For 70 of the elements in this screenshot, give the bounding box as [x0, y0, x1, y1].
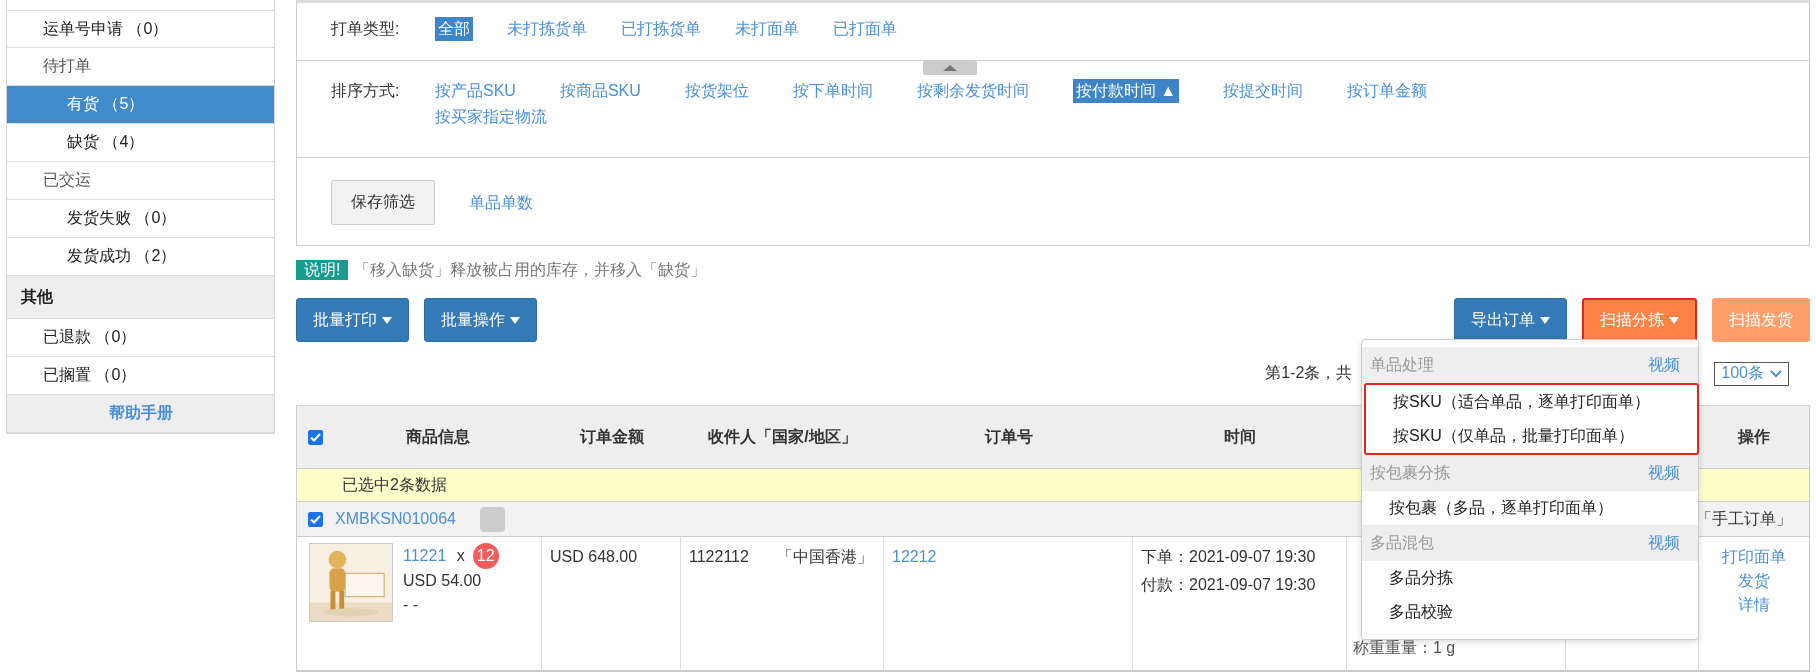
help-link[interactable]: 帮助手册 — [7, 395, 274, 433]
sidebar-item[interactable]: 运单号申请 （0） — [7, 10, 274, 48]
order-id-link[interactable]: XMBKSN010064 — [335, 510, 456, 528]
menu-item[interactable]: 按SKU（适合单品，逐单打印面单） — [1366, 385, 1697, 419]
toolbar-button[interactable]: 导出订单 — [1454, 298, 1567, 342]
sort-option[interactable]: 按买家指定物流 — [435, 105, 547, 129]
toolbar-button[interactable]: 批量操作 — [424, 298, 537, 342]
sort-option[interactable]: 按付款时间 ▲ — [1072, 79, 1180, 103]
filter-label: 打单类型: — [331, 19, 401, 39]
filter-option[interactable]: 已打拣货单 — [621, 17, 701, 41]
notice-text: 「移入缺货」释放被占用的库存，并移入「缺货」 — [354, 259, 707, 280]
menu-item[interactable]: 多品校验 — [1362, 595, 1698, 629]
column-header: 收件人「国家/地区」 — [707, 426, 858, 447]
sidebar-section-title: 其他 — [7, 276, 274, 319]
filter-option[interactable]: 全部 — [435, 17, 473, 41]
filter-option[interactable]: 已打面单 — [833, 17, 897, 41]
action-link[interactable]: 发货 — [1738, 569, 1770, 593]
sort-option[interactable]: 按订单金额 — [1347, 79, 1428, 103]
column-header: 订单号 — [983, 426, 1034, 447]
video-link[interactable]: 视频 — [1648, 354, 1680, 376]
time-text: 付款：2021-09-07 19:30 — [1141, 575, 1317, 595]
action-link[interactable]: 打印面单 — [1722, 545, 1786, 569]
menu-group-title: 单品处理 — [1370, 354, 1434, 375]
quantity-badge: 12 — [472, 543, 499, 569]
filter-option[interactable]: 未打面单 — [735, 17, 799, 41]
action-link[interactable]: 详情 — [1738, 593, 1770, 617]
column-header: 商品信息 — [405, 426, 471, 447]
time-text: 下单：2021-09-07 19:30 — [1141, 547, 1317, 567]
order-amount: USD 648.00 — [550, 548, 638, 565]
order-number-link[interactable]: 12212 — [892, 548, 937, 565]
collapse-handle[interactable] — [923, 61, 977, 75]
column-header: 时间 — [1223, 426, 1257, 447]
toolbar-button[interactable]: 扫描分拣 — [1582, 298, 1697, 342]
menu-item[interactable]: 多品分拣 — [1362, 561, 1698, 595]
checkbox[interactable] — [308, 429, 323, 445]
filter-label: 排序方式: — [331, 81, 401, 101]
page-size-select[interactable]: 100条 — [1714, 361, 1789, 386]
save-filter-button[interactable]: 保存筛选 — [331, 180, 435, 225]
country: 「中国香港」 — [776, 547, 873, 567]
checkbox[interactable] — [308, 511, 323, 527]
weight-text: 称重重量：1 g — [1353, 638, 1456, 658]
price-dash-text: - - — [403, 596, 419, 613]
sort-option[interactable]: 按产品SKU — [435, 79, 516, 103]
menu-group-title: 按包裹分拣 — [1370, 462, 1450, 483]
product-link[interactable]: 11221 — [403, 547, 447, 564]
toolbar-button[interactable]: 批量打印 — [296, 298, 409, 342]
sort-option[interactable]: 按商品SKU — [559, 79, 641, 103]
sidebar-item[interactable]: 有货 （5） — [7, 86, 274, 124]
single-count-link[interactable]: 单品单数 — [469, 180, 533, 225]
video-link[interactable]: 视频 — [1648, 462, 1680, 484]
sort-option[interactable]: 按提交时间 — [1223, 79, 1304, 103]
column-header: 订单金额 — [578, 426, 645, 447]
recipient: 1122112 — [689, 547, 749, 567]
column-header: 操作 — [1736, 426, 1771, 447]
menu-group-title: 多品混包 — [1370, 532, 1434, 553]
toolbar-button[interactable]: 扫描发货 — [1712, 298, 1810, 342]
video-link[interactable]: 视频 — [1648, 532, 1680, 554]
notice-badge: 说明! — [296, 260, 349, 280]
chevron-down-icon — [1770, 369, 1782, 378]
filter-option[interactable]: 未打拣货单 — [507, 17, 587, 41]
order-source: 「手工订单」 — [1696, 508, 1792, 529]
sort-option[interactable]: 按剩余发货时间 — [916, 79, 1029, 103]
sort-option[interactable]: 按货架位 — [684, 79, 749, 103]
menu-item[interactable]: 按包裹（多品，逐单打印面单） — [1362, 491, 1698, 525]
unit-price: USD 54.00 — [403, 571, 483, 591]
menu-item[interactable]: 按SKU（仅单品，批量打印面单） — [1366, 419, 1697, 453]
sort-option[interactable]: 按下单时间 — [792, 79, 873, 103]
selection-notice: 已选中2条数据 — [342, 474, 447, 495]
times-sign: x — [456, 547, 465, 564]
pagination-summary: 第1-2条，共 — [1265, 363, 1353, 383]
